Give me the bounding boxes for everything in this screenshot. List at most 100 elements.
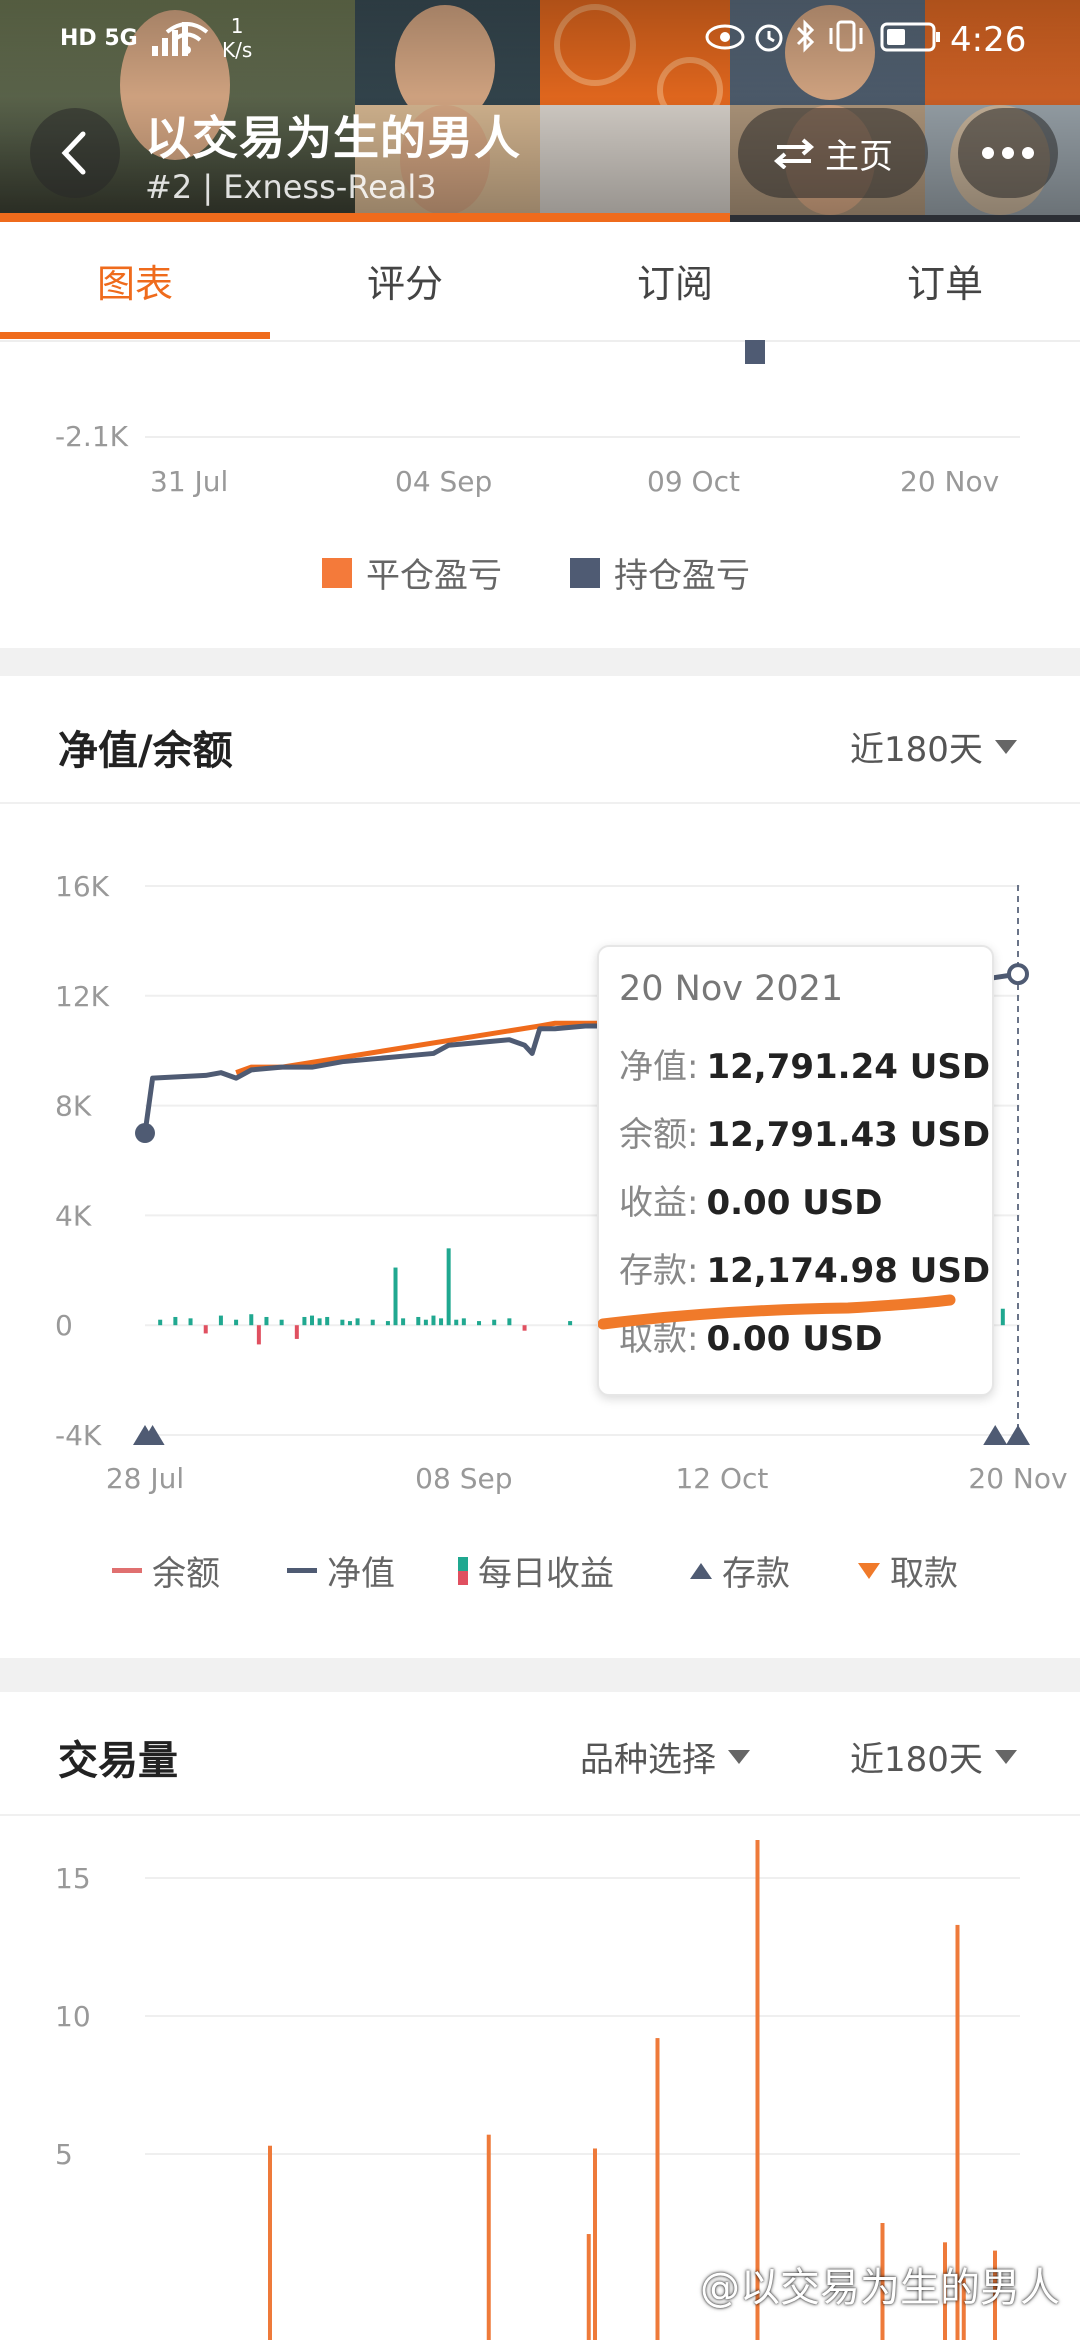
tab-subscribe[interactable]: 订阅 — [540, 222, 810, 338]
active-tab-indicator — [0, 332, 270, 339]
daily-profit-bar — [454, 1319, 459, 1326]
header-accent-strip — [0, 213, 730, 222]
net-speed-unit: K/s — [222, 38, 253, 62]
daily-profit-bar — [439, 1318, 444, 1326]
tab-bar: 图表 评分 订阅 订单 — [0, 222, 1080, 342]
daily-profit-bar — [355, 1318, 360, 1326]
daily-profit-bar — [477, 1321, 482, 1326]
tooltip-value: 12,174.98 USD — [706, 1251, 991, 1291]
volume-range-select[interactable]: 近180天 — [850, 1732, 1017, 1781]
legend-closed-pnl[interactable]: 平仓盈亏 — [322, 548, 502, 597]
tooltip-row-profit: 收益: 0.00 USD — [619, 1175, 883, 1224]
daily-profit-bar — [431, 1315, 436, 1326]
daily-profit-bar — [1000, 1308, 1005, 1326]
tooltip-row-equity: 净值: 12,791.24 USD — [619, 1039, 990, 1088]
gridline — [145, 436, 1020, 438]
tooltip-label: 存款: — [619, 1251, 699, 1291]
daily-profit-bar — [317, 1318, 322, 1326]
legend-open-pnl[interactable]: 持仓盈亏 — [570, 548, 750, 597]
legend-daily-profit[interactable]: 每日收益 — [458, 1546, 614, 1595]
account-subtitle: #2 | Exness-Real3 — [145, 168, 437, 206]
legend-balance[interactable]: 余额 — [112, 1546, 220, 1595]
equity-end-point — [1007, 963, 1029, 986]
wifi-icon — [165, 22, 209, 54]
profile-header: HD 5G 1 K/s 4:26 以交易为生的男人 #2 | Exness-Re… — [0, 0, 1080, 222]
clock: 4:26 — [950, 20, 1027, 60]
legend-label: 每日收益 — [478, 1554, 614, 1594]
daily-profit-bar — [218, 1315, 223, 1326]
more-dots-icon — [1022, 147, 1034, 159]
volume-bar — [655, 2038, 660, 2340]
daily-profit-bar — [234, 1319, 239, 1326]
tooltip-row-deposit: 存款: 12,174.98 USD — [619, 1243, 990, 1292]
volume-section-title: 交易量 — [58, 1738, 178, 1784]
dropdown-arrow-icon — [728, 1749, 750, 1764]
vibrate-icon — [829, 20, 863, 52]
volume-bar — [586, 2234, 591, 2340]
x-tick-label: 31 Jul — [150, 465, 229, 498]
legend-bar-icon — [458, 1556, 468, 1585]
equity-range-select[interactable]: 近180天 — [850, 722, 1017, 771]
legend-deposit[interactable]: 存款 — [690, 1546, 790, 1595]
y-tick-label: 12K — [55, 980, 110, 1013]
chevron-left-icon — [61, 131, 86, 175]
more-dots-icon — [1002, 147, 1014, 159]
eye-icon — [705, 24, 745, 50]
tooltip-label: 收益: — [619, 1183, 699, 1223]
y-tick-label: 4K — [55, 1199, 92, 1232]
symbol-select-label: 品种选择 — [580, 1740, 716, 1780]
legend-label: 余额 — [152, 1554, 220, 1594]
back-button[interactable] — [30, 108, 120, 198]
home-button-label: 主页 — [825, 136, 893, 177]
daily-profit-bar — [568, 1321, 573, 1326]
tab-orders[interactable]: 订单 — [810, 222, 1080, 338]
x-tick-label: 04 Sep — [395, 465, 493, 498]
tab-chart[interactable]: 图表 — [0, 222, 270, 338]
daily-profit-bar — [188, 1318, 193, 1326]
more-button[interactable] — [958, 108, 1058, 198]
equity-section-title: 净值/余额 — [58, 728, 233, 774]
daily-profit-bar — [507, 1318, 512, 1326]
more-dots-icon — [982, 147, 994, 159]
x-tick-label: 12 Oct — [675, 1462, 768, 1495]
legend-label: 存款 — [722, 1554, 790, 1594]
legend-withdrawal[interactable]: 取款 — [858, 1546, 958, 1595]
daily-profit-bar — [158, 1319, 163, 1326]
daily-profit-bar — [492, 1319, 497, 1326]
legend-swatch — [570, 557, 600, 588]
tooltip-date: 20 Nov 2021 — [619, 969, 844, 1009]
daily-profit-bar — [461, 1318, 466, 1326]
symbol-select[interactable]: 品种选择 — [580, 1732, 750, 1781]
tooltip-label: 净值: — [619, 1047, 699, 1087]
home-button[interactable]: 主页 — [738, 108, 928, 198]
divider — [0, 802, 1080, 804]
watermark: @以交易为生的男人 — [700, 2265, 1060, 2311]
section-divider — [0, 648, 1080, 676]
y-tick-label: 8K — [55, 1090, 92, 1123]
x-tick-label: 09 Oct — [647, 465, 740, 498]
net-speed-value: 1 — [230, 14, 244, 38]
daily-profit-bar — [173, 1316, 178, 1326]
legend-swatch — [322, 557, 352, 588]
tooltip-label: 余额: — [619, 1115, 699, 1155]
range-label: 近180天 — [850, 730, 983, 770]
daily-profit-bar — [393, 1267, 398, 1326]
volume-bar — [268, 2145, 272, 2340]
triangle-up-icon — [690, 1562, 712, 1579]
tooltip-value: 12,791.43 USD — [706, 1115, 991, 1155]
legend-equity[interactable]: 净值 — [287, 1546, 395, 1595]
legend-dash-icon — [112, 1568, 142, 1573]
dropdown-arrow-icon — [994, 1749, 1017, 1764]
daily-profit-bar — [416, 1316, 421, 1326]
x-tick-label: 20 Nov — [968, 1462, 1067, 1495]
net-speed: 1 K/s — [222, 14, 252, 62]
daily-profit-bar — [446, 1248, 451, 1326]
equity-start-point — [135, 1123, 155, 1144]
tab-rating[interactable]: 评分 — [270, 222, 540, 338]
legend-label: 取款 — [890, 1554, 958, 1594]
y-tick-label: 5 — [55, 2138, 73, 2171]
daily-profit-bar — [256, 1325, 261, 1345]
daily-profit-bar — [325, 1316, 330, 1326]
legend-label: 平仓盈亏 — [366, 556, 502, 596]
daily-profit-bar — [203, 1325, 208, 1334]
